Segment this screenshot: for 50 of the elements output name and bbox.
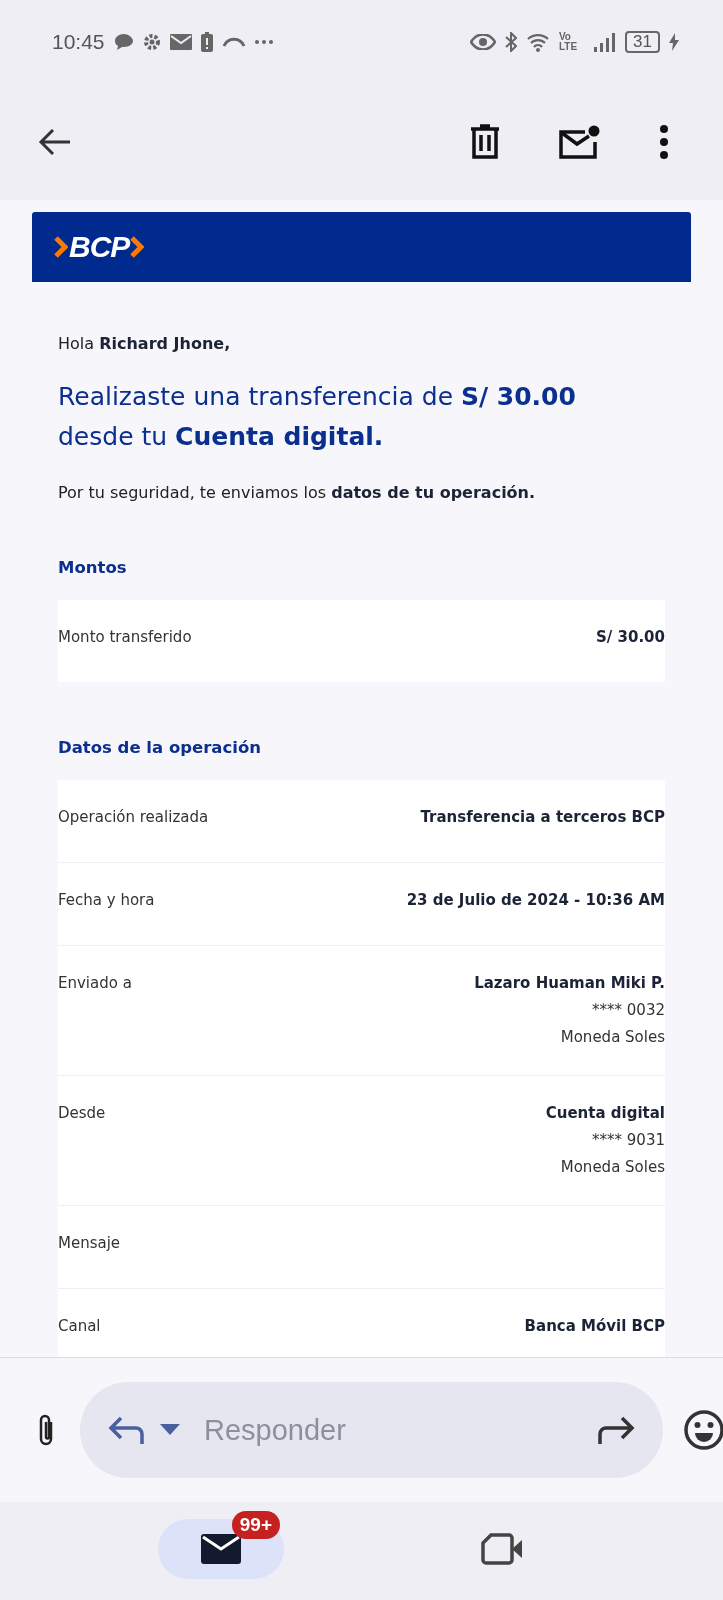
intro-text: Por tu seguridad, te enviamos los datos de tu operación.: [58, 483, 537, 502]
eye-icon: [469, 34, 496, 50]
forward-icon[interactable]: [597, 1416, 635, 1444]
row-value: 23 de Julio de 2024 - 10:36 AM: [406, 891, 665, 909]
chat-icon: [113, 33, 134, 51]
section-title: Datos de la operación: [58, 738, 263, 757]
caret-icon[interactable]: [160, 1424, 180, 1436]
row-label: Fecha y hora: [58, 891, 155, 909]
row-value: Moneda Soles: [560, 1028, 665, 1046]
row-value: Banca Móvil BCP: [524, 1317, 665, 1335]
row-value: Moneda Soles: [560, 1158, 665, 1176]
mark-unread-icon[interactable]: [559, 125, 601, 159]
unread-count-badge: 99+: [231, 1511, 280, 1539]
row-label: Canal: [58, 1317, 101, 1335]
wifi-icon: [525, 32, 550, 52]
video-camera-icon[interactable]: [481, 1533, 524, 1565]
row-label: Monto transferido: [58, 628, 192, 646]
row-value: Transferencia a terceros BCP: [420, 808, 665, 826]
mail-icon[interactable]: [200, 1534, 241, 1564]
network-label: Vo: [558, 32, 572, 42]
signal-icon: [594, 32, 617, 52]
emoji-icon[interactable]: [683, 1409, 723, 1451]
row-value: Cuenta digital: [545, 1104, 665, 1122]
mail-icon: [169, 34, 192, 50]
bluetooth-icon: [504, 32, 517, 52]
back-icon[interactable]: [38, 128, 72, 156]
chevron-icon: [130, 236, 145, 258]
row-label: Enviado a: [58, 974, 132, 992]
chevron-icon: [54, 236, 68, 258]
reply-icon[interactable]: [108, 1416, 146, 1444]
alert-icon: [200, 32, 213, 52]
row-value: **** 9031: [592, 1131, 665, 1149]
row-value: **** 0032: [592, 1001, 665, 1019]
row-label: Desde: [58, 1104, 106, 1122]
row-value: S/ 30.00: [596, 628, 665, 646]
battery-level: 31: [625, 31, 660, 53]
row-label: Operación realizada: [58, 808, 209, 826]
more-icon: [254, 40, 273, 44]
more-icon[interactable]: [659, 125, 669, 159]
headline-text: Realizaste una transferencia de S/ 30.00 desde tu Cuenta digital.: [58, 381, 577, 453]
clock-time: 10:45: [52, 30, 105, 54]
trash-icon[interactable]: [469, 124, 501, 160]
logo-text: BCP: [69, 230, 130, 264]
row-value: Lazaro Huaman Miki P.: [474, 974, 665, 992]
row-label: Mensaje: [58, 1234, 121, 1252]
section-title: Montos: [58, 558, 128, 577]
charging-icon: [669, 33, 679, 51]
network-label: LTE: [558, 42, 578, 52]
reply-field[interactable]: Responder: [202, 1412, 583, 1448]
greeting-text: Hola Richard Jhone,: [58, 334, 232, 353]
